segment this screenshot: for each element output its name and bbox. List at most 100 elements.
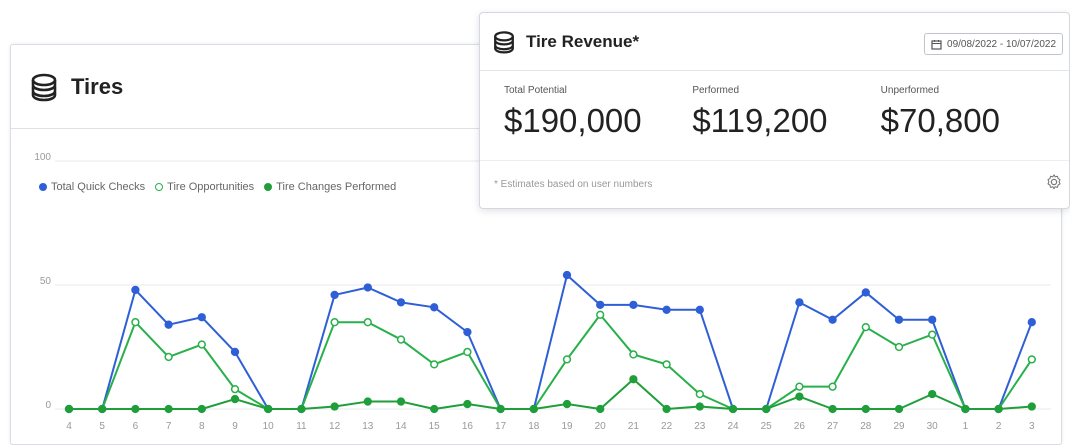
data-point	[894, 342, 904, 352]
revenue-header: Tire Revenue* 09/08/2022 - 10/07/2022	[480, 13, 1069, 71]
data-point	[1027, 402, 1036, 411]
data-point	[994, 404, 1003, 414]
data-point	[363, 318, 372, 327]
x-tick-label: 22	[661, 421, 673, 432]
x-tick-label: 6	[133, 421, 139, 432]
x-tick-label: 12	[329, 421, 341, 432]
data-point	[828, 404, 837, 414]
data-point	[928, 330, 937, 339]
data-point	[463, 327, 472, 337]
data-point	[430, 360, 439, 369]
data-point	[629, 350, 638, 359]
data-point	[197, 313, 206, 322]
revenue-stats: Total Potential $190,000 Performed $119,…	[480, 71, 1069, 140]
data-point	[197, 404, 206, 414]
data-point	[894, 404, 904, 414]
data-point	[264, 404, 273, 414]
data-point	[396, 335, 406, 344]
footnote: * Estimates based on user numbers	[494, 179, 653, 190]
y-tick-label: 0	[45, 400, 51, 411]
data-point	[596, 300, 605, 309]
data-point	[562, 355, 572, 364]
calendar-icon	[931, 39, 942, 50]
data-point	[131, 285, 140, 295]
data-point	[695, 402, 704, 411]
stat-label: Performed	[692, 85, 740, 96]
data-point	[695, 305, 704, 314]
y-tick-label: 100	[34, 152, 51, 163]
data-point	[496, 404, 505, 414]
x-tick-label: 2	[996, 421, 1002, 432]
data-point	[662, 360, 671, 369]
data-point	[1027, 318, 1036, 327]
data-point	[230, 394, 240, 404]
data-point	[230, 347, 240, 357]
stat-value: $119,200	[692, 102, 828, 139]
data-point	[363, 397, 372, 406]
x-tick-label: 28	[860, 421, 872, 432]
data-point	[596, 310, 605, 319]
x-tick-label: 25	[761, 421, 773, 432]
tire-stack-icon	[494, 30, 514, 54]
data-point	[463, 347, 472, 357]
data-point	[164, 320, 173, 329]
data-point	[363, 283, 372, 292]
data-point	[861, 404, 870, 414]
data-point	[430, 404, 439, 414]
x-tick-label: 30	[927, 421, 939, 432]
gear-icon[interactable]	[1045, 173, 1063, 191]
data-point	[430, 303, 439, 312]
x-tick-label: 20	[595, 421, 607, 432]
data-point	[629, 375, 638, 384]
x-tick-label: 29	[893, 421, 905, 432]
data-point	[828, 382, 837, 391]
data-point	[795, 298, 804, 307]
data-point	[961, 404, 970, 414]
x-tick-label: 26	[794, 421, 806, 432]
revenue-title: Tire Revenue*	[526, 31, 640, 51]
x-tick-label: 27	[827, 421, 839, 432]
revenue-footer: * Estimates based on user numbers	[480, 160, 1069, 208]
data-point	[131, 318, 140, 327]
x-tick-label: 21	[628, 421, 640, 432]
data-point	[695, 389, 704, 399]
x-tick-label: 5	[99, 421, 105, 432]
data-point	[795, 392, 804, 401]
data-point	[828, 315, 837, 324]
data-point	[529, 404, 538, 414]
data-point	[728, 404, 738, 414]
x-tick-label: 17	[495, 421, 507, 432]
data-point	[928, 389, 937, 399]
x-tick-label: 24	[727, 421, 739, 432]
x-tick-label: 13	[362, 421, 374, 432]
stat-performed: Performed $119,200	[692, 85, 880, 140]
data-point	[297, 404, 306, 414]
stat-label: Unperformed	[880, 85, 940, 96]
stat-unperformed: Unperformed $70,800	[881, 85, 1069, 140]
data-point	[396, 397, 406, 406]
tire-stack-icon	[31, 73, 57, 101]
data-point	[928, 315, 937, 324]
x-tick-label: 3	[1029, 421, 1035, 432]
x-tick-label: 4	[66, 421, 72, 432]
data-point	[861, 288, 870, 297]
data-point	[164, 352, 173, 362]
x-tick-label: 14	[395, 421, 407, 432]
date-range-button[interactable]: 09/08/2022 - 10/07/2022	[924, 33, 1063, 55]
data-point	[330, 318, 339, 327]
x-tick-label: 15	[429, 421, 441, 432]
data-point	[1027, 355, 1036, 364]
data-point	[64, 404, 74, 414]
data-point	[330, 290, 339, 300]
data-point	[629, 300, 638, 309]
data-point	[596, 404, 605, 414]
tire-revenue-card: Tire Revenue* 09/08/2022 - 10/07/2022 To…	[479, 12, 1070, 209]
data-point	[762, 404, 771, 414]
x-tick-label: 10	[263, 421, 275, 432]
data-point	[662, 404, 671, 414]
x-tick-label: 11	[296, 421, 307, 432]
data-point	[131, 404, 140, 414]
x-tick-label: 23	[694, 421, 706, 432]
stat-value: $190,000	[504, 102, 642, 139]
data-point	[562, 399, 572, 409]
